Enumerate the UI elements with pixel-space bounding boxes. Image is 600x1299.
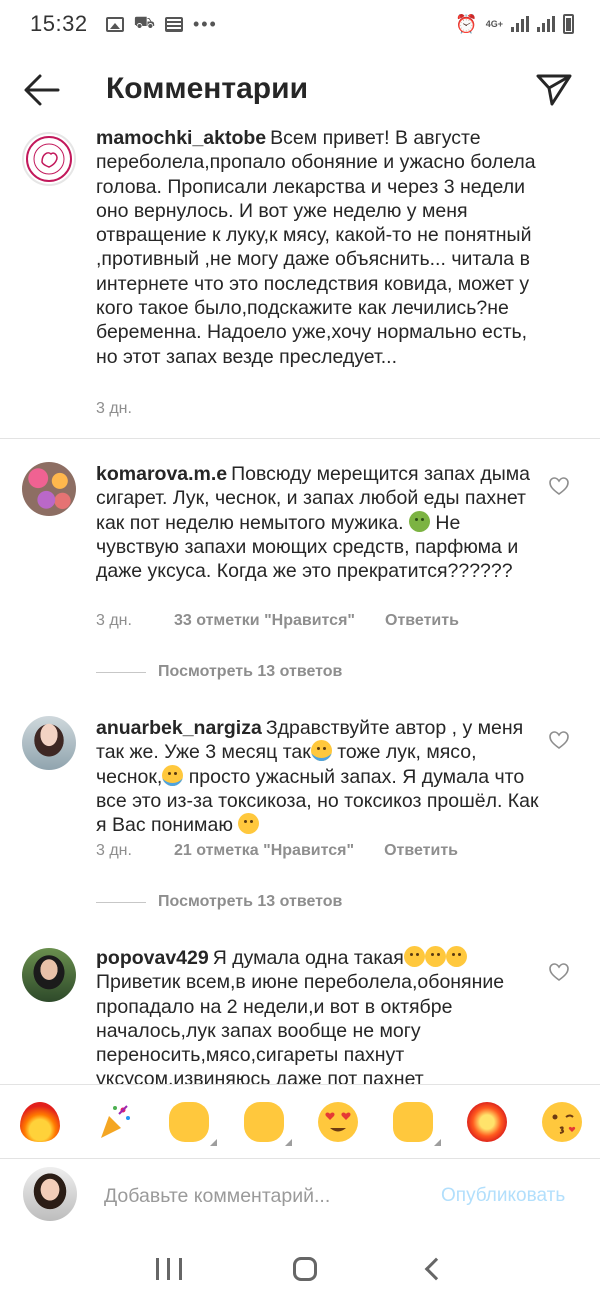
battery-icon <box>563 14 574 34</box>
recents-icon[interactable] <box>155 1257 182 1280</box>
skin-tone-indicator <box>284 1138 292 1146</box>
heart-icon[interactable] <box>548 730 570 750</box>
ok-hand-emoji-button[interactable] <box>243 1101 292 1146</box>
comment-time: 3 дн. <box>96 612 132 629</box>
gallery-icon <box>105 16 124 32</box>
fire-emoji-button[interactable] <box>20 1101 60 1142</box>
comment-body: anuarbek_nargiza Здравствуйте автор , у м… <box>96 716 544 837</box>
comment-time: 3 дн. <box>96 400 132 417</box>
publish-button[interactable]: Опубликовать <box>441 1185 565 1207</box>
likes-count[interactable]: 33 отметки "Нравится" <box>174 612 355 630</box>
system-nav-bar <box>0 1238 600 1299</box>
heart-icon[interactable] <box>548 962 570 982</box>
my-avatar <box>23 1167 77 1221</box>
sad-face-icon <box>424 946 446 967</box>
comment-username[interactable]: komarova.m.e <box>96 463 227 485</box>
replies-line <box>96 671 146 673</box>
sad-face-icon <box>445 946 467 967</box>
more-dots-icon: ••• <box>192 13 218 34</box>
view-replies-label: Посмотреть 13 ответов <box>158 893 343 910</box>
reply-button[interactable]: Ответить <box>385 612 459 630</box>
view-replies-button[interactable]: Посмотреть 13 ответов <box>96 893 342 911</box>
page-title: Комментарии <box>106 72 309 105</box>
comment-username[interactable]: popovav429 <box>96 947 209 969</box>
comment-body: mamochki_aktobe Всем привет! В августе пе… <box>96 126 544 369</box>
collision-emoji-button[interactable] <box>467 1101 508 1142</box>
comment-meta: 3 дн. 33 отметки "Нравится" Ответить <box>96 612 459 630</box>
sad-face-icon <box>403 946 425 967</box>
skin-tone-indicator <box>433 1138 441 1146</box>
back-chevron-icon[interactable] <box>424 1257 448 1280</box>
avatar[interactable] <box>22 716 76 770</box>
comment-input[interactable] <box>104 1181 424 1211</box>
home-icon[interactable] <box>292 1256 317 1281</box>
party-popper-icon <box>100 1104 130 1138</box>
comment-body: popovav429 Я думала одна такая Приветик в… <box>96 946 544 1084</box>
comment-text: Я думала одна такая <box>212 947 404 969</box>
status-bar: 15:32 ⛟ ••• ⏰ 4G+ <box>0 0 600 48</box>
status-system-icons: ⏰ 4G+ <box>455 14 574 35</box>
comment-meta: 3 дн. <box>96 400 174 418</box>
view-replies-button[interactable]: Посмотреть 13 ответов <box>96 663 342 681</box>
comment-meta: 3 дн. 21 отметка "Нравится" Ответить <box>96 842 458 860</box>
signal-icon <box>537 16 555 32</box>
skin-tone-indicator <box>210 1138 218 1146</box>
avatar[interactable] <box>22 948 76 1002</box>
comment-text: Приветик всем,в июне переболела,обоняние… <box>96 971 505 1084</box>
caption-divider <box>0 438 600 439</box>
paper-plane-icon[interactable] <box>534 68 574 108</box>
alarm-icon: ⏰ <box>455 13 478 34</box>
header: Комментарии <box>0 58 600 122</box>
signal-icon <box>511 16 529 32</box>
comment-username[interactable]: mamochki_aktobe <box>96 127 266 149</box>
tractor-icon: ⛟ <box>133 13 155 32</box>
likes-count[interactable]: 21 отметка "Нравится" <box>174 842 354 860</box>
replies-line <box>96 901 146 903</box>
party-popper-emoji-button[interactable] <box>95 1102 135 1142</box>
nauseated-face-icon <box>408 510 430 532</box>
view-replies-label: Посмотреть 13 ответов <box>158 663 343 680</box>
loudly-crying-face-icon <box>162 764 184 786</box>
status-notification-icons: ⛟ ••• <box>105 13 218 35</box>
add-comment-bar: Опубликовать <box>0 1158 600 1238</box>
heart-eyes-emoji-button[interactable] <box>318 1101 359 1142</box>
arrow-left-icon[interactable] <box>22 72 62 108</box>
comment-username[interactable]: anuarbek_nargiza <box>96 717 262 739</box>
unamused-face-icon <box>238 813 260 835</box>
network-type: 4G+ <box>485 19 503 29</box>
raising-hands-emoji-button[interactable] <box>392 1101 441 1146</box>
avatar[interactable] <box>22 132 76 186</box>
comment-time: 3 дн. <box>96 842 132 859</box>
avatar[interactable] <box>22 462 76 516</box>
comments-list[interactable]: mamochki_aktobe Всем привет! В августе пе… <box>0 122 600 1084</box>
heart-icon[interactable] <box>548 476 570 496</box>
heart-eyes-icon <box>325 1112 351 1131</box>
news-icon <box>164 16 183 32</box>
status-time: 15:32 <box>30 11 88 36</box>
kiss-wink-emoji-button[interactable] <box>541 1101 582 1142</box>
comment-text: Всем привет! В августе переболела,пропал… <box>96 127 536 368</box>
comment-body: komarova.m.e Повсюду мерещится запах дыма… <box>96 462 544 583</box>
quick-emoji-bar <box>0 1084 600 1158</box>
thumbs-up-emoji-button[interactable] <box>169 1101 218 1146</box>
loudly-crying-face-icon <box>310 740 332 762</box>
kiss-wink-icon <box>552 1114 576 1134</box>
reply-button[interactable]: Ответить <box>384 842 458 860</box>
mamochki-logo-icon <box>26 136 72 182</box>
